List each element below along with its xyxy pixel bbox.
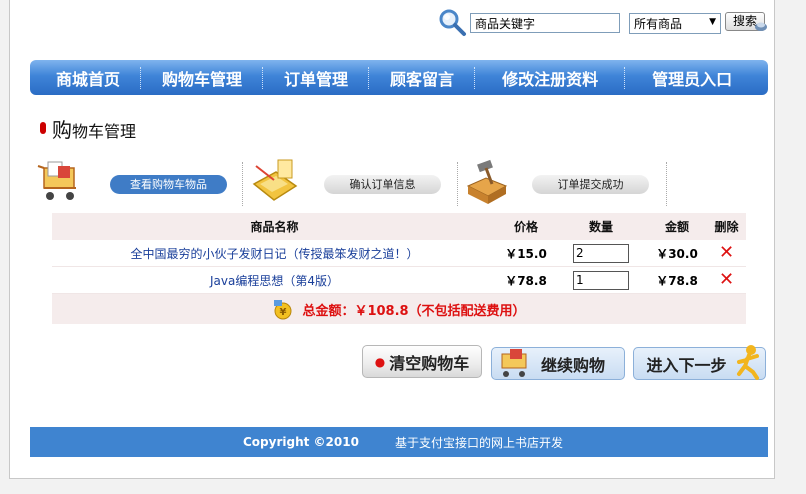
main-nav: 商城首页 购物车管理 订单管理 顾客留言 修改注册资料 管理员入口 (30, 60, 768, 95)
step-confirm-order: 确认订单信息 (324, 175, 441, 194)
cart-icon (501, 349, 527, 377)
cart-icon (37, 161, 76, 200)
continue-shopping-label: 继续购物 (540, 355, 605, 375)
header-amount: 金额 (664, 220, 689, 234)
nav-home[interactable]: 商城首页 (30, 66, 140, 90)
header-price: 价格 (513, 220, 538, 234)
category-select-value: 所有商品 (634, 17, 683, 31)
continue-shopping-button[interactable]: 继续购物 (491, 347, 625, 380)
product-amount: ￥30.0 (656, 246, 698, 261)
table-row: Java编程思想（第4版） ￥78.8 ￥78.8 ✕ (52, 267, 746, 294)
step-order-success: 订单提交成功 (532, 175, 649, 194)
header-delete: 删除 (714, 220, 739, 234)
product-amount: ￥78.8 (656, 273, 698, 288)
next-step-label: 进入下一步 (646, 355, 727, 375)
nav-admin[interactable]: 管理员入口 (626, 66, 752, 90)
quantity-input[interactable] (573, 270, 629, 290)
footer-description: 基于支付宝接口的网上书店开发 (394, 435, 563, 450)
next-step-button[interactable]: 进入下一步 (633, 345, 766, 380)
package-hammer-icon (466, 159, 508, 204)
table-row: 全中国最穷的小伙子发财日记（传授最笨发财之道！） ￥15.0 ￥30.0 ✕ (52, 240, 746, 267)
checkout-steps: 查看购物车物品 确认订单信息 订单提交成功 (30, 158, 768, 210)
cart-header-row: 商品名称 价格 数量 金额 删除 (52, 213, 746, 240)
quantity-input[interactable] (573, 243, 629, 263)
magnifier-icon (439, 9, 466, 36)
delete-icon[interactable]: ✕ (719, 269, 734, 290)
category-select[interactable]: 所有商品 ▼ (629, 13, 721, 34)
page-title-first-char: 购 (52, 118, 72, 142)
step-divider (666, 162, 667, 206)
calculator-icon (252, 159, 298, 201)
title-bullet-icon (40, 122, 46, 134)
search-mini-icon (755, 22, 767, 31)
footer: Copyright ©2010 基于支付宝接口的网上书店开发 (30, 427, 768, 457)
product-price: ￥78.8 (505, 273, 547, 288)
runner-icon (737, 345, 759, 380)
product-name-link[interactable]: 全中国最穷的小伙子发财日记（传授最笨发财之道！） (52, 245, 497, 262)
page-title: 购物车管理 (52, 114, 136, 143)
header-name: 商品名称 (250, 220, 299, 234)
cart-total-text: 总金额：￥108.8（不包括配送费用） (302, 303, 526, 319)
page-title-rest: 物车管理 (72, 122, 137, 141)
money-bag-icon: ¥ (274, 300, 292, 320)
chevron-down-icon: ▼ (709, 17, 716, 27)
product-price: ￥15.0 (505, 246, 547, 261)
step-divider (242, 162, 243, 206)
clear-cart-label: 清空购物车 (389, 353, 470, 373)
search-button[interactable]: 搜索 (725, 12, 767, 31)
nav-orders[interactable]: 订单管理 (264, 66, 368, 90)
search-input[interactable] (470, 13, 620, 33)
nav-messages[interactable]: 顾客留言 (370, 66, 474, 90)
product-name-link[interactable]: Java编程思想（第4版） (52, 272, 497, 289)
step-view-cart: 查看购物车物品 (110, 175, 227, 194)
header-qty: 数量 (588, 220, 613, 234)
cart-total-row: ¥ 总金额：￥108.8（不包括配送费用） (52, 294, 746, 324)
delete-icon[interactable]: ✕ (719, 242, 734, 263)
clear-cart-button[interactable]: ● 清空购物车 (362, 345, 482, 378)
bullet-icon: ● (374, 354, 386, 369)
nav-profile[interactable]: 修改注册资料 (476, 66, 624, 90)
svg-text:¥: ¥ (280, 307, 287, 318)
footer-copyright: Copyright ©2010 (243, 435, 359, 449)
cart-table: 商品名称 价格 数量 金额 删除 全中国最穷的小伙子发财日记（传授最笨发财之道！… (52, 213, 746, 324)
nav-cart[interactable]: 购物车管理 (142, 66, 262, 90)
step-divider (457, 162, 458, 206)
